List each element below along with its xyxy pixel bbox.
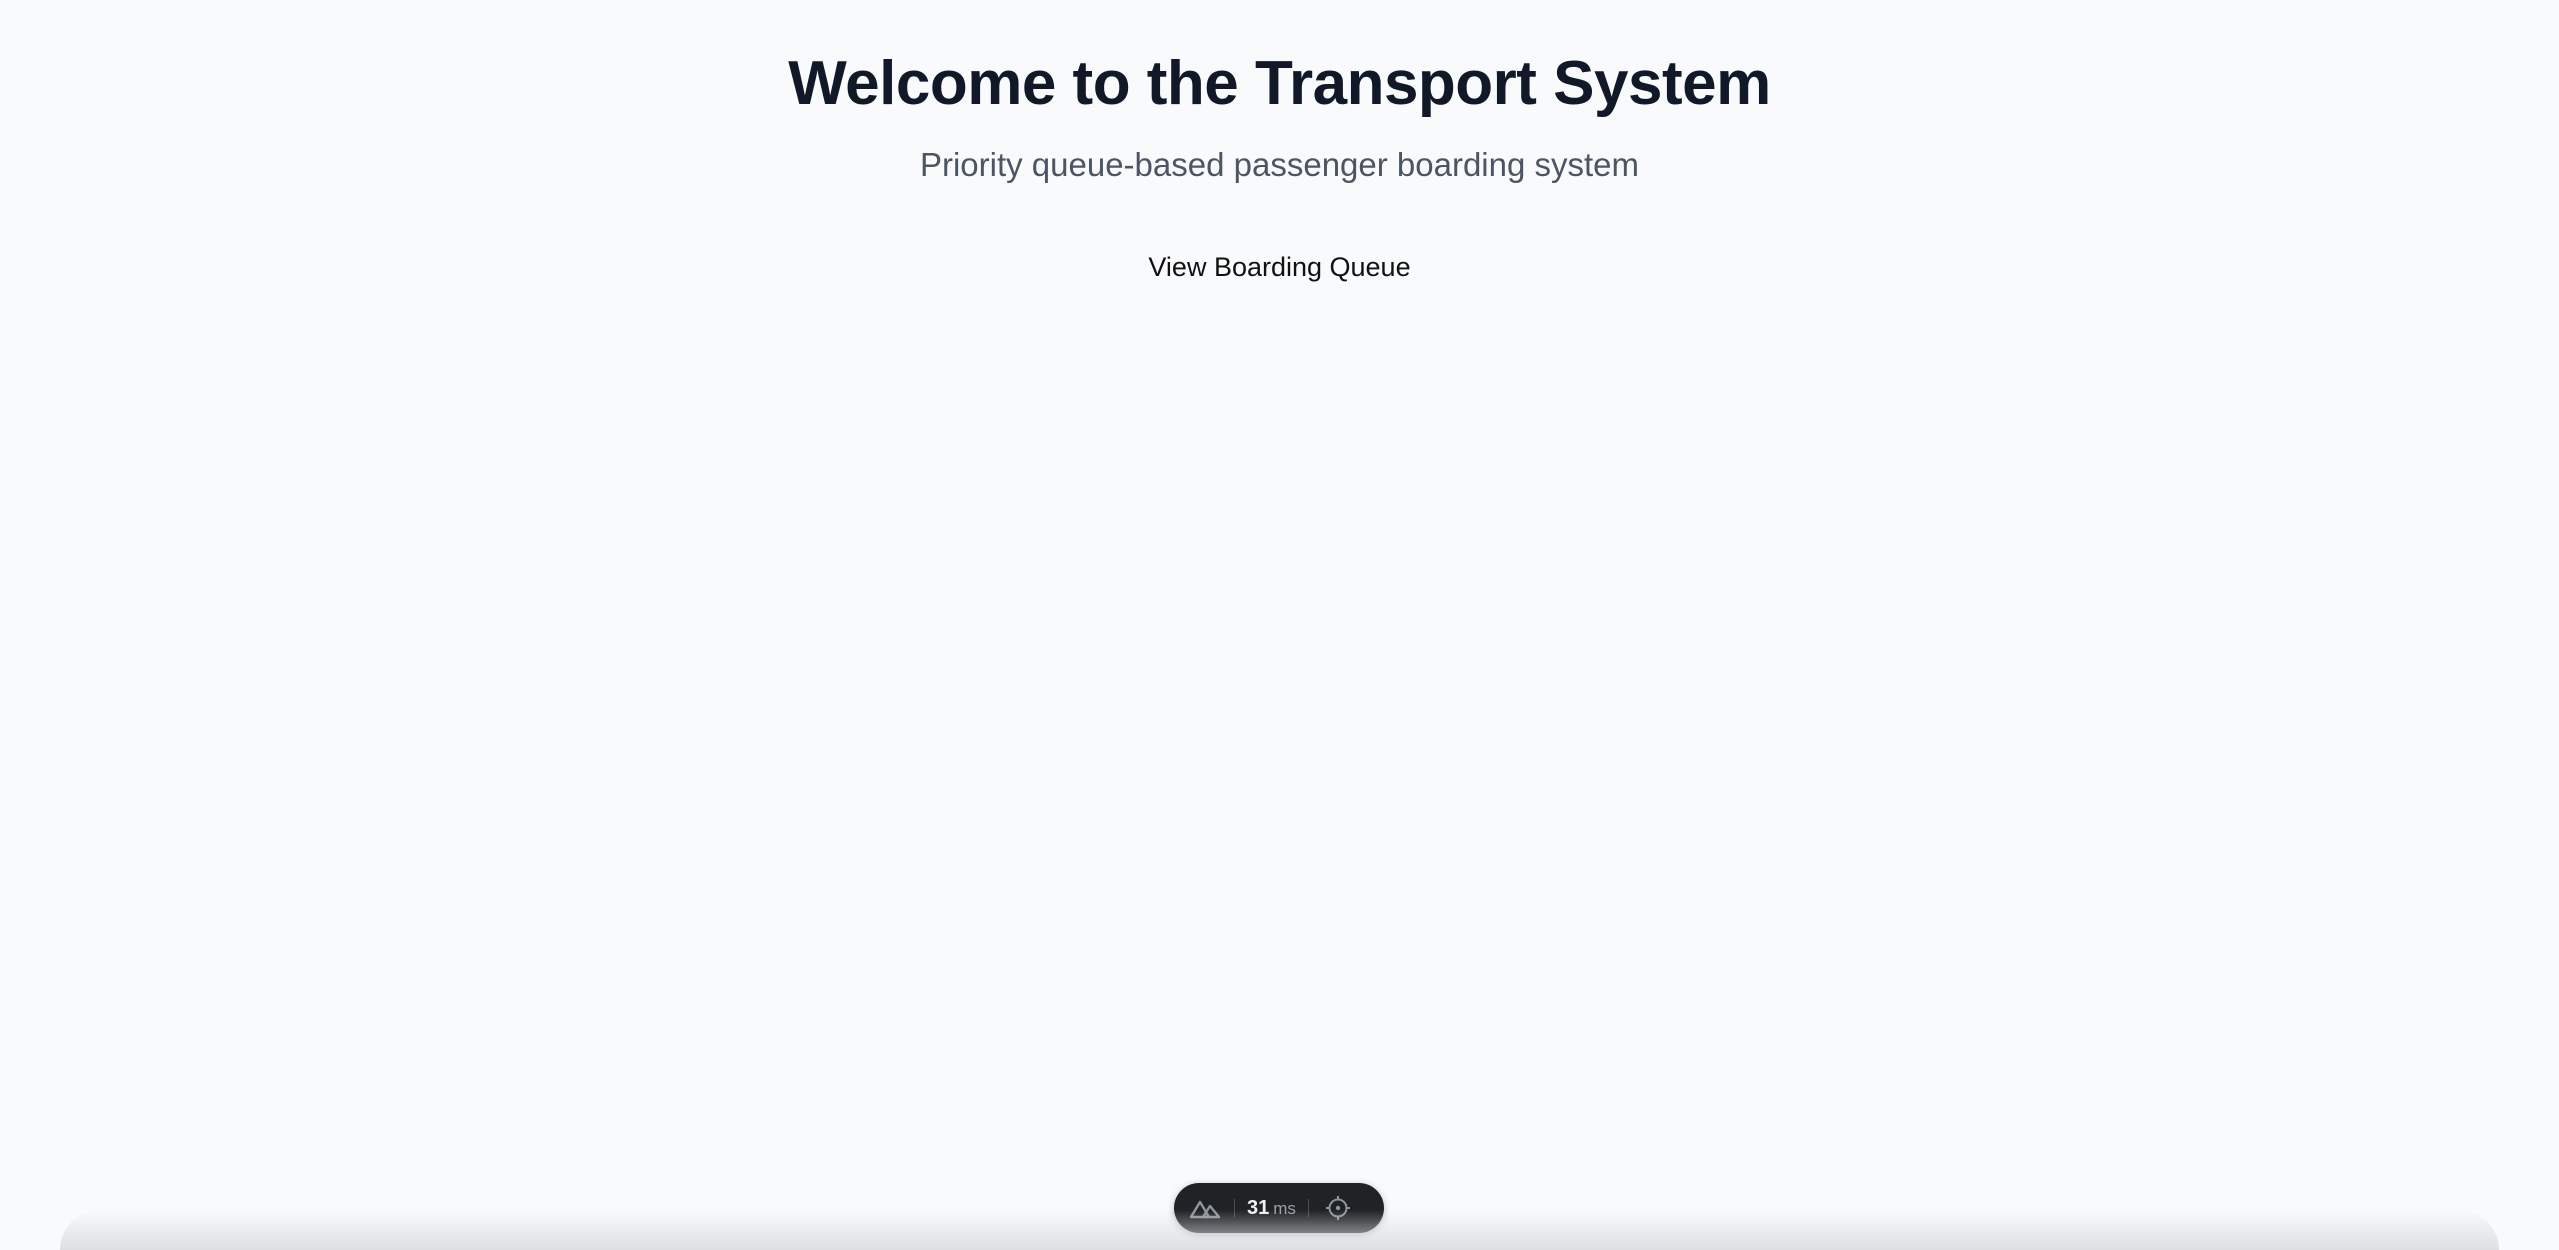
render-timing[interactable]: 31 ms — [1247, 1197, 1296, 1220]
page-title: Welcome to the Transport System — [788, 49, 1771, 118]
devtools-toolbar: 31 ms — [1174, 1183, 1384, 1233]
timing-unit: ms — [1273, 1198, 1296, 1218]
toolbar-divider — [1307, 1199, 1309, 1217]
view-boarding-queue-link[interactable]: View Boarding Queue — [1140, 246, 1418, 288]
timing-value: 31 — [1247, 1196, 1270, 1219]
toolbar-divider — [1234, 1199, 1235, 1217]
nuxt-logo-icon[interactable] — [1188, 1191, 1222, 1225]
crosshair-target-icon[interactable] — [1321, 1191, 1355, 1225]
page: Welcome to the Transport System Priority… — [0, 0, 2559, 1250]
page-subtitle: Priority queue-based passenger boarding … — [919, 146, 1640, 183]
